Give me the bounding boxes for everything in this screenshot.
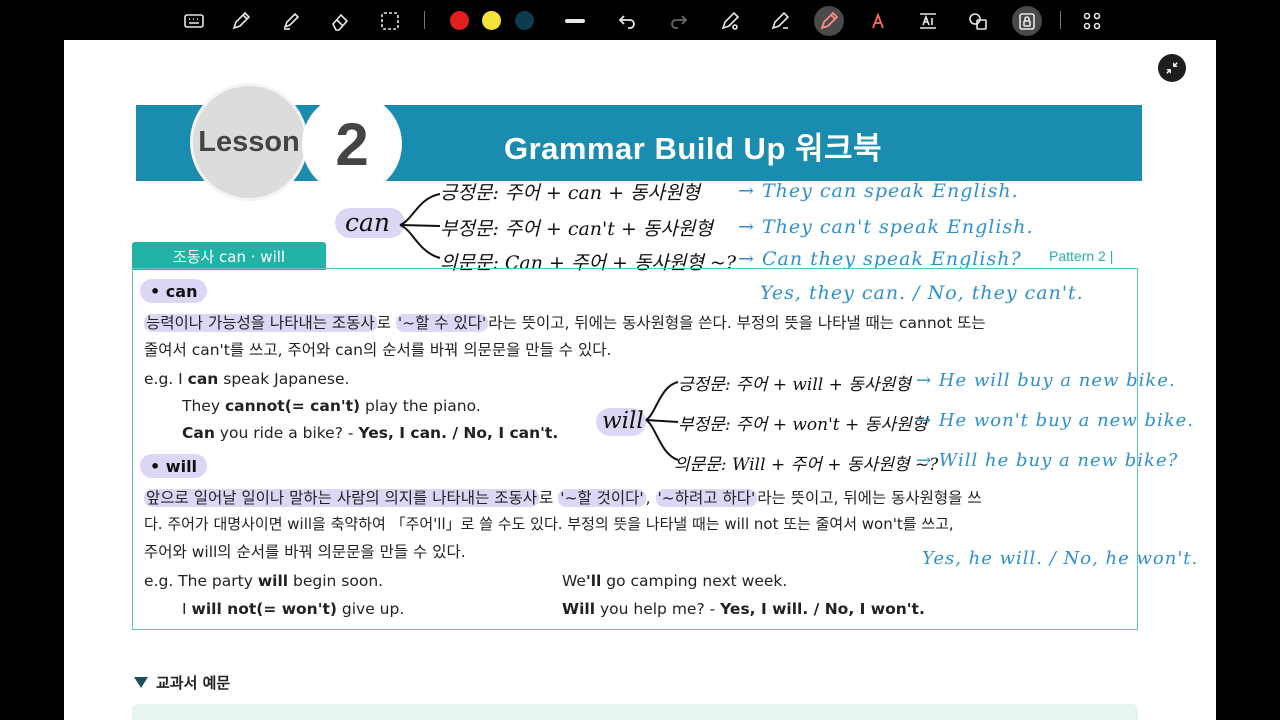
highlighter-icon[interactable] (278, 8, 304, 34)
color-red-swatch[interactable] (450, 11, 469, 30)
handwritten-will-rule-negative: 부정문: 주어 + won't + 동사원형 (678, 415, 928, 435)
lesson-label: Lesson (190, 83, 308, 201)
handwritten-can-example-3: → Can they speak English? (738, 248, 1022, 270)
redo-icon[interactable] (666, 8, 692, 34)
shapes-icon[interactable] (965, 8, 991, 34)
lock-screen-icon[interactable] (1012, 6, 1042, 36)
pattern-label: Pattern 2 | (1049, 248, 1114, 264)
textbook-examples-strip (132, 704, 1138, 720)
lasso-select-icon[interactable] (377, 8, 403, 34)
handwritten-can-rule-negative: 부정문: 주어 + can't + 동사원형 (440, 218, 713, 240)
can-example-3: Can you ride a bike? - Yes, I can. / No,… (182, 424, 559, 442)
triangle-down-icon (134, 677, 148, 688)
can-example-2: They cannot(= can't) play the piano. (182, 397, 481, 415)
laser-pen-icon[interactable] (814, 6, 844, 36)
can-description-line2: 줄여서 can't를 쓰고, 주어와 can의 순서를 바꿔 의문문을 만들 수… (144, 341, 612, 359)
handwritten-will-rule-affirmative: 긍정문: 주어 + will + 동사원형 (678, 375, 911, 395)
can-bullet: • can (140, 279, 208, 303)
will-example-3: We'll go camping next week. (562, 572, 788, 590)
document-page: Lesson 2 Grammar Build Up 워크북 can 긍정문: 주… (64, 40, 1216, 720)
handwritten-will-rule-question: 의문문: Will + 주어 + 동사원형 ~? (674, 455, 939, 475)
undo-icon[interactable] (614, 8, 640, 34)
can-example-1: e.g. I can speak Japanese. (144, 370, 350, 388)
shape-pen-icon[interactable] (767, 8, 793, 34)
handwritten-will-answer: Yes, he will. / No, he won't. (922, 548, 1199, 569)
text-color-icon[interactable] (865, 8, 891, 34)
handwritten-can-rule-affirmative: 긍정문: 주어 + can + 동사원형 (440, 182, 700, 204)
lesson-number: 2 (302, 94, 402, 194)
color-navy-swatch[interactable] (515, 11, 534, 30)
will-description-line2: 다. 주어가 대명사이면 will을 축약하여 「주어'll」로 쓸 수도 있다… (144, 515, 954, 533)
textbook-examples-heading: 교과서 예문 (134, 672, 230, 693)
handwritten-will-example-3: → Will he buy a new bike? (916, 450, 1179, 471)
will-example-2: I will not(= won't) give up. (182, 600, 405, 618)
stroke-width-icon[interactable] (562, 8, 588, 34)
pen-toolbar (64, 0, 1216, 40)
text-box-icon[interactable] (915, 8, 941, 34)
keyboard-icon[interactable] (181, 8, 207, 34)
color-yellow-swatch[interactable] (482, 11, 501, 30)
handwritten-will-example-1: → He will buy a new bike. (916, 370, 1176, 391)
will-description-line1: 앞으로 일어날 일이나 말하는 사람의 의지를 나타내는 조동사 로 '~할 것이… (144, 489, 982, 507)
handwritten-will: will (602, 408, 644, 434)
page-title: Grammar Build Up 워크북 (504, 131, 883, 166)
will-bullet: • will (140, 454, 208, 478)
will-example-1: e.g. The party will begin soon. (144, 572, 384, 590)
handwritten-will-example-2: → He won't buy a new bike. (916, 410, 1195, 431)
eraser-icon[interactable] (327, 8, 353, 34)
apps-grid-icon[interactable] (1079, 8, 1105, 34)
pen-settings-icon[interactable] (717, 8, 743, 34)
handwritten-can-example-2: → They can't speak English. (738, 216, 1034, 238)
can-brace (399, 193, 441, 259)
pen-icon[interactable] (228, 8, 254, 34)
section-tab: 조동사 can · will (132, 242, 326, 270)
toolbar-divider (1060, 11, 1061, 29)
toolbar-divider (424, 11, 425, 29)
handwritten-can: can (345, 208, 391, 237)
can-description-line1: 능력이나 가능성을 나타내는 조동사 로 '~할 수 있다' 라는 뜻이고, 뒤에는… (144, 314, 986, 332)
will-example-4: Will you help me? - Yes, I will. / No, I… (562, 600, 925, 618)
collapse-fullscreen-icon[interactable] (1158, 54, 1186, 82)
will-description-line3: 주어와 will의 순서를 바꿔 의문문을 만들 수 있다. (144, 543, 466, 561)
handwritten-can-example-1: → They can speak English. (738, 180, 1019, 202)
